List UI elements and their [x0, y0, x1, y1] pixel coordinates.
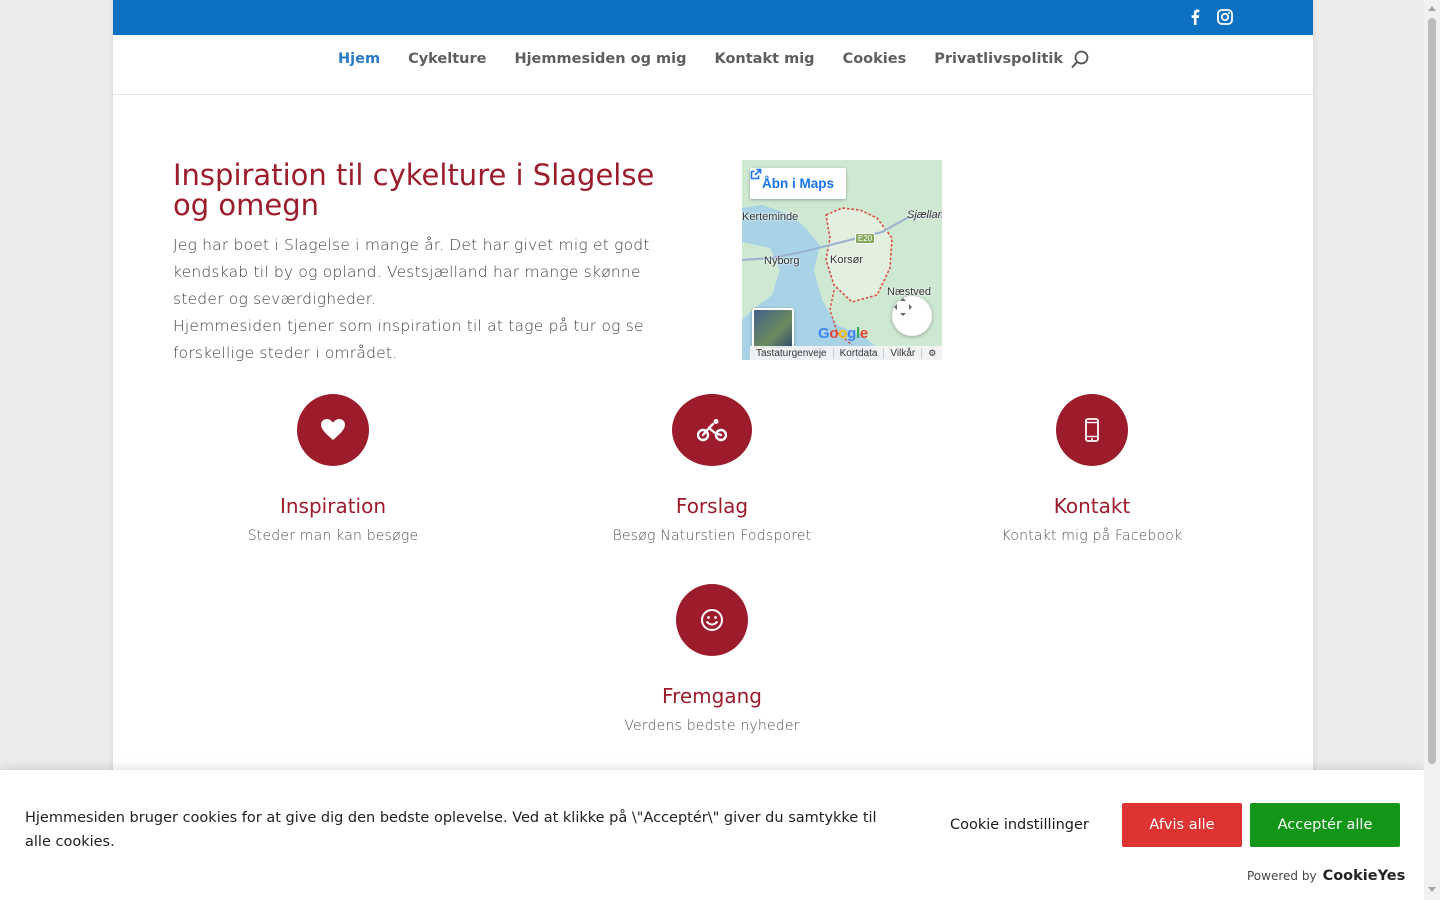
feature-kontakt: Kontakt Kontakt mig på Facebook	[942, 394, 1242, 544]
map-footer: Tastaturgenveje Kortdata Vilkår ⚙	[750, 346, 942, 360]
nav-item-privatlivspolitik[interactable]: Privatlivspolitik	[934, 51, 1063, 67]
map-terms-link[interactable]: Vilkår	[884, 347, 923, 359]
scroll-down-arrow[interactable]	[1428, 887, 1436, 892]
bicycle-icon[interactable]	[672, 394, 752, 466]
feature-title[interactable]: Kontakt	[942, 494, 1242, 518]
nav-item-cykelture[interactable]: Cykelture	[408, 51, 486, 67]
feature-text: Besøg Naturstien Fodsporet	[612, 528, 812, 544]
intro-paragraph-2: Hjemmesiden tjener som inspiration til a…	[173, 317, 644, 362]
feature-inspiration: Inspiration Steder man kan besøge	[183, 394, 483, 544]
feature-title[interactable]: Forslag	[562, 494, 862, 518]
external-link-icon	[750, 168, 762, 180]
feature-title[interactable]: Inspiration	[183, 494, 483, 518]
nav-item-kontakt-mig[interactable]: Kontakt mig	[714, 51, 814, 67]
intro-section: Inspiration til cykelture i Slagelse og …	[173, 160, 693, 367]
powered-by-label: Powered by	[1247, 869, 1317, 883]
accept-all-button[interactable]: Acceptér alle	[1250, 803, 1400, 847]
cookie-notice-text: Hjemmesiden bruger cookies for at give d…	[25, 810, 877, 850]
heart-icon[interactable]	[297, 394, 369, 466]
map-data-link[interactable]: Kortdata	[834, 347, 885, 359]
nav-item-cookies[interactable]: Cookies	[843, 51, 907, 67]
page-container: Hjem Cykelture Hjemmesiden og mig Kontak…	[113, 0, 1313, 900]
feature-text: Kontakt mig på Facebook	[1001, 528, 1183, 544]
nav-menu: Hjem Cykelture Hjemmesiden og mig Kontak…	[338, 51, 1063, 67]
google-logo: Google	[818, 325, 868, 342]
map-keyboard-shortcuts[interactable]: Tastaturgenveje	[750, 347, 834, 359]
map-place-label: Kerteminde	[742, 211, 799, 223]
smiley-icon[interactable]	[676, 584, 748, 656]
intro-paragraph-1: Jeg har boet i Slagelse i mange år. Det …	[173, 236, 650, 308]
search-icon[interactable]	[1070, 50, 1090, 70]
feature-text: Steder man kan besøge	[247, 528, 419, 544]
embedded-map[interactable]: Åbn i Maps Kerteminde Sjællan Nyborg Kor…	[742, 160, 942, 360]
nav-item-hjemmesiden-og-mig[interactable]: Hjemmesiden og mig	[514, 51, 686, 67]
nav-item-hjem[interactable]: Hjem	[338, 51, 380, 67]
map-place-label: Nyborg	[764, 255, 800, 267]
map-place-label: Korsør	[830, 254, 863, 266]
instagram-icon[interactable]	[1216, 8, 1234, 26]
page-title: Inspiration til cykelture i Slagelse og …	[173, 158, 655, 222]
phone-icon[interactable]	[1056, 394, 1128, 466]
feature-text: Verdens bedste nyheder	[624, 718, 800, 734]
feature-fremgang: Fremgang Verdens bedste nyheder	[562, 584, 862, 734]
feature-forslag: Forslag Besøg Naturstien Fodsporet	[562, 394, 862, 544]
cookie-consent-banner: Hjemmesiden bruger cookies for at give d…	[0, 770, 1424, 900]
facebook-icon[interactable]	[1186, 8, 1204, 26]
fullscreen-icon[interactable]	[892, 296, 932, 336]
scrollbar-thumb[interactable]	[1428, 18, 1436, 764]
map-settings-icon[interactable]: ⚙	[922, 348, 942, 359]
open-in-maps-label: Åbn i Maps	[762, 176, 835, 191]
open-in-maps-button[interactable]: Åbn i Maps	[750, 168, 847, 199]
top-bar	[113, 0, 1313, 35]
powered-by: Powered by CookieYes	[1247, 868, 1405, 884]
feature-title[interactable]: Fremgang	[562, 684, 862, 708]
reject-all-button[interactable]: Afvis alle	[1122, 803, 1242, 847]
satellite-toggle[interactable]	[752, 308, 794, 350]
map-place-label: Sjællan	[907, 209, 942, 221]
cookie-settings-button[interactable]: Cookie indstillinger	[930, 803, 1109, 847]
scroll-up-arrow[interactable]	[1428, 6, 1436, 11]
cookieyes-logo[interactable]: CookieYes	[1323, 868, 1406, 884]
main-navigation: Hjem Cykelture Hjemmesiden og mig Kontak…	[113, 35, 1313, 95]
page-scrollbar[interactable]	[1424, 0, 1440, 900]
road-shield: E20	[855, 233, 876, 244]
